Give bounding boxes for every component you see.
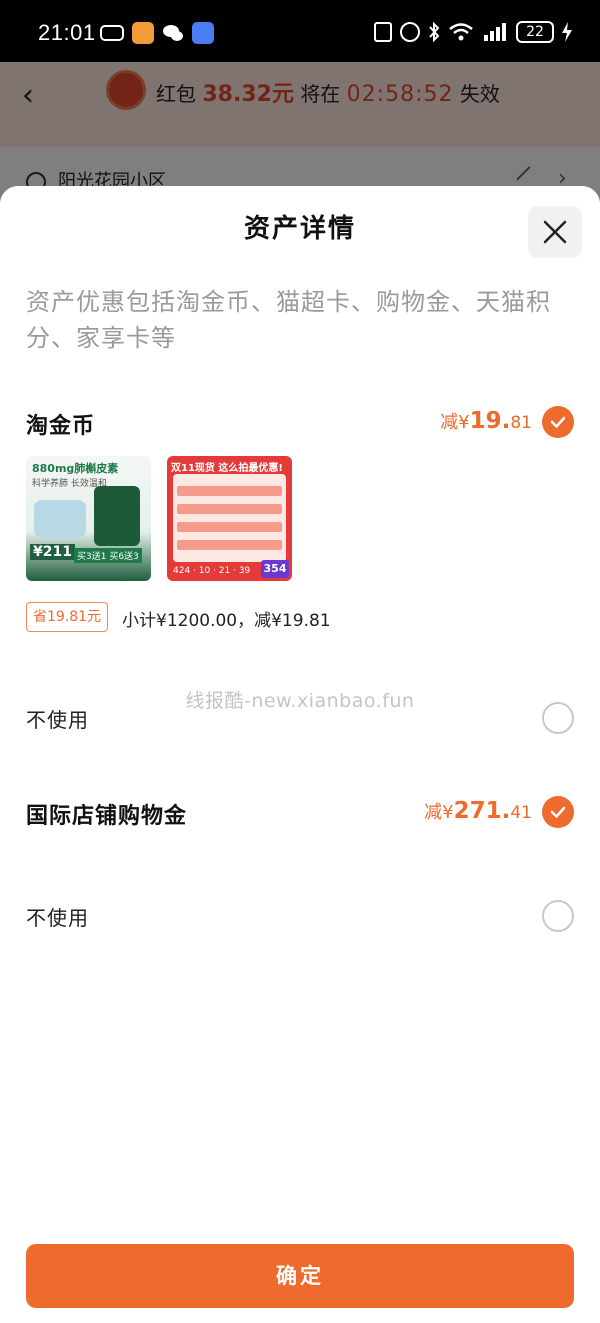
section-discount-taojinbi: 减¥19.81 (440, 408, 532, 434)
battery-icon: 22 (516, 21, 554, 43)
status-time: 21:01 (38, 20, 96, 45)
checkmark-icon (550, 806, 566, 818)
wechat-icon (162, 22, 184, 44)
product-thumbnail[interactable]: 880mg肺槲皮素 科学养肺 长效温和 ¥211 买3送1 买6送3 (26, 456, 151, 581)
message-app-icon (192, 22, 214, 44)
taojinbi-checkbox[interactable] (542, 406, 574, 438)
section-title-international-gold: 国际店铺购物金 (26, 804, 188, 829)
supplement-bottle-image (94, 486, 140, 546)
international-gold-checkbox[interactable] (542, 796, 574, 828)
sheet-description: 资产优惠包括淘金币、猫超卡、购物金、天猫积分、家享卡等 (26, 288, 551, 352)
status-left-icons (100, 22, 214, 44)
status-bar: 21:01 22 (0, 0, 600, 62)
signal-icon (482, 23, 508, 41)
asset-details-sheet: 资产详情 资产优惠包括淘金币、猫超卡、购物金、天猫积分、家享卡等 淘金币 减¥1… (0, 186, 600, 1323)
sheet-title: 资产详情 (243, 214, 356, 244)
nfc-icon (374, 22, 392, 42)
status-right-icons: 22 (374, 21, 572, 43)
charging-icon (562, 22, 572, 42)
watermark: 线报酷-new.xianbao.fun (185, 690, 415, 712)
close-icon (543, 220, 567, 244)
lung-illustration (34, 500, 86, 538)
section-discount-international-gold: 减¥271.41 (424, 798, 532, 824)
bluetooth-icon (428, 21, 440, 43)
modal-overlay[interactable] (0, 62, 600, 202)
wifi-icon (448, 23, 474, 41)
no-use-radio-international-gold[interactable] (542, 900, 574, 932)
app-notification-icon (132, 22, 154, 44)
savings-tag: 省19.81元 (26, 602, 109, 632)
checkmark-icon (550, 416, 566, 428)
product-thumbnails: 880mg肺槲皮素 科学养肺 长效温和 ¥211 买3送1 买6送3 双11现货… (26, 456, 292, 581)
eye-icon (100, 25, 124, 41)
product-thumbnail[interactable]: 双11现货 这么拍最优惠! 424 · 10 · 21 · 39 354 (167, 456, 292, 581)
no-use-label-taojinbi[interactable]: 不使用 (26, 704, 89, 733)
close-button[interactable] (528, 206, 582, 258)
no-use-radio-taojinbi[interactable] (542, 702, 574, 734)
subtotal-text: 小计¥1200.00，减¥19.81 (122, 611, 331, 631)
confirm-button[interactable]: 确定 (26, 1244, 574, 1308)
section-title-taojinbi: 淘金币 (26, 414, 96, 439)
alarm-icon (400, 22, 420, 42)
no-use-label-international-gold[interactable]: 不使用 (26, 902, 89, 931)
